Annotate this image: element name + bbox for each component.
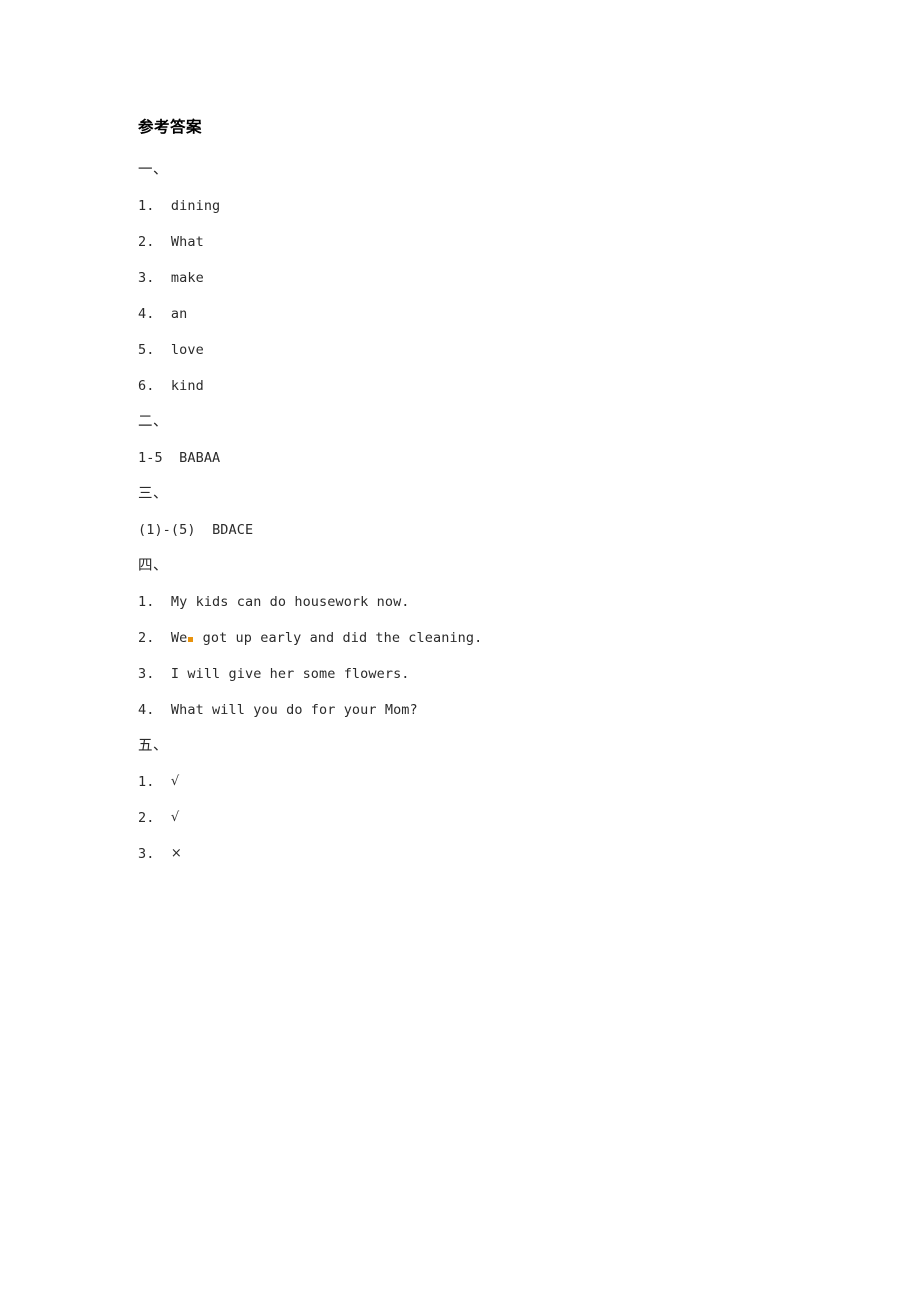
item-value: I will give her some flowers. [170,666,410,682]
item-number: 1. [138,594,171,610]
answer-item: 1. dining [138,188,838,224]
answer-item: 5. love [138,332,838,368]
item-value: an [170,306,188,322]
item-value: What will you do for your Mom? [170,702,418,718]
check-mark-icon: √ [170,810,180,825]
answer-item: 2. We got up early and did the cleaning. [138,620,838,656]
item-number: 3. [138,270,171,286]
answer-item: 3. × [138,836,838,872]
item-number: 3. [138,666,171,682]
section-heading-3: 三、 [138,486,168,502]
page-title: 参考答案 [138,118,203,136]
item-number: 2. [138,810,171,826]
answer-item: 3. make [138,260,838,296]
proofing-mark-icon [188,636,194,642]
item-number: 1-5 [138,450,180,466]
answer-item: 1. √ [138,764,838,800]
answer-item: 6. kind [138,368,838,404]
item-number: 2. [138,234,171,250]
item-value: My kids can do housework now. [170,594,410,610]
item-value: kind [170,378,204,394]
section-heading-1: 一、 [138,162,168,178]
item-value-continued: got up early and did the cleaning. [194,630,483,646]
answer-item: 4. an [138,296,838,332]
cross-mark-icon: × [170,846,182,861]
answer-item: 2. What [138,224,838,260]
item-value: BDACE [212,522,254,538]
item-value: We [170,630,188,646]
item-number: 2. [138,630,171,646]
item-value: dining [170,198,221,214]
section-heading-5: 五、 [138,738,168,754]
answer-item: 1-5 BABAA [138,440,838,476]
item-value: BABAA [179,450,221,466]
section-heading-4: 四、 [138,558,168,574]
document-body: 参考答案 一、 1. dining 2. What 3. make 4. an … [138,116,838,872]
item-number: (1)-(5) [138,522,213,538]
answer-key-page: 参考答案 一、 1. dining 2. What 3. make 4. an … [0,0,920,1302]
check-mark-icon: √ [170,774,180,789]
item-value: make [170,270,204,286]
item-number: 4. [138,702,171,718]
item-number: 3. [138,846,171,862]
answer-item: (1)-(5) BDACE [138,512,838,548]
item-number: 4. [138,306,171,322]
answer-item: 2. √ [138,800,838,836]
answer-item: 3. I will give her some flowers. [138,656,838,692]
answer-item: 4. What will you do for your Mom? [138,692,838,728]
item-number: 6. [138,378,171,394]
item-value: What [170,234,204,250]
item-number: 5. [138,342,171,358]
item-number: 1. [138,198,171,214]
item-number: 1. [138,774,171,790]
answer-item: 1. My kids can do housework now. [138,584,838,620]
section-heading-2: 二、 [138,414,168,430]
item-value: love [170,342,204,358]
